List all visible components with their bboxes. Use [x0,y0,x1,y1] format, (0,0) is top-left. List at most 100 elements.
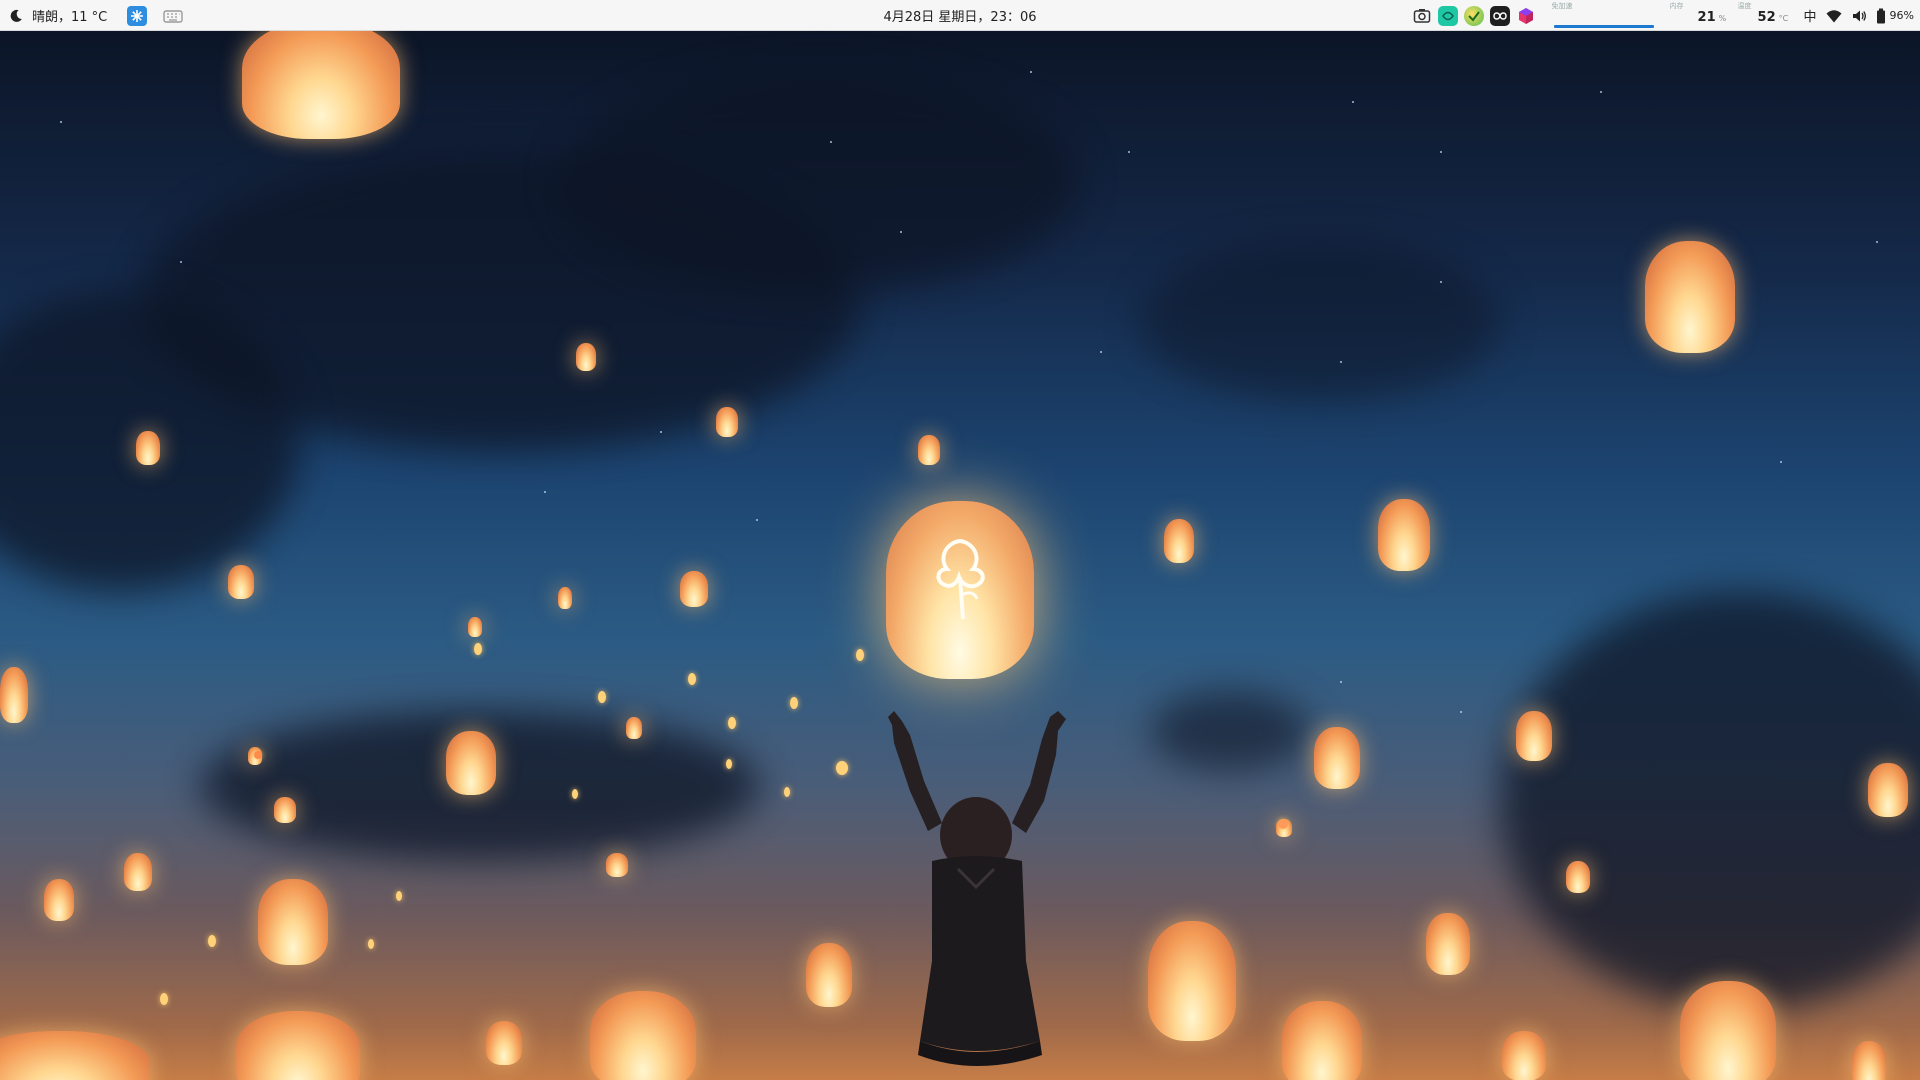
sky-lantern [0,667,28,723]
flake-app-icon[interactable] [127,5,148,26]
sky-lantern [1868,763,1908,817]
sky-lantern [446,731,496,795]
star [60,121,62,123]
sky-lantern [1282,1001,1362,1080]
sky-lantern [1164,519,1194,563]
ember [726,759,732,769]
ember [728,717,736,729]
ember [572,789,578,799]
sky-lantern [626,717,642,739]
moon-icon[interactable] [8,8,24,24]
desktop: 晴朗，11 °C 4月28日 星期日，23：06 免加速 内存 21 % 温度 … [0,0,1920,1080]
cloud [1150,691,1310,771]
battery-icon[interactable] [1876,8,1886,24]
weather-label[interactable]: 晴朗，11 °C [32,6,107,25]
sky-lantern [1680,981,1776,1080]
battery-percentage: 96% [1889,9,1914,22]
sky-lantern [1516,711,1552,761]
green-check-app-icon[interactable] [1463,5,1484,26]
desktop-wallpaper [0,31,1920,1080]
sky-lantern [680,571,708,607]
sky-lantern [236,1011,360,1080]
star [1340,681,1342,683]
star [1440,281,1442,283]
sky-lantern [44,879,74,921]
teal-app-icon[interactable] [1437,5,1458,26]
ember [836,761,848,775]
star [544,491,546,493]
network-activity-bar [1553,25,1654,28]
sky-lantern [1148,921,1236,1041]
star [1128,151,1130,153]
ember [160,993,168,1005]
sky-lantern [716,407,738,437]
ember [784,787,790,797]
sky-lantern [1314,727,1360,789]
flower-emblem-icon [936,539,985,620]
sky-lantern [1852,1041,1886,1080]
input-method-indicator[interactable]: 中 [1804,6,1817,25]
star [756,519,758,521]
star [1600,91,1602,93]
sky-lantern [258,879,328,965]
memory-unit: % [1718,14,1727,23]
star [1876,241,1878,243]
star [1780,461,1782,463]
ember [688,673,696,685]
memory-value: 21 [1697,10,1716,25]
panel-left: 晴朗，11 °C [8,0,199,31]
memory-meter[interactable]: 内存 21 % [1669,0,1727,31]
star [1030,71,1032,73]
central-lantern [886,501,1034,679]
sky-lantern [136,431,160,465]
sky-lantern [918,435,940,465]
sky-lantern [1378,499,1430,571]
sky-lantern [606,853,628,877]
ember [208,935,216,947]
star [1100,351,1102,353]
network-label: 免加速 [1551,2,1573,10]
star [830,141,832,143]
sky-lantern [1502,1031,1546,1080]
cpu-temp-unit: °C [1778,14,1789,23]
wifi-icon[interactable] [1826,8,1842,24]
ember [790,697,798,709]
cube-app-icon[interactable] [1516,6,1536,26]
volume-icon[interactable] [1851,8,1867,24]
sky-lantern [590,991,696,1080]
ember [396,891,402,901]
sky-lantern [0,1031,150,1080]
ember [856,649,864,661]
ember [474,643,482,655]
girl-silhouette [888,711,1066,1066]
cpu-temp-meter[interactable]: 温度 52 °C [1738,0,1796,31]
sky-lantern [806,943,852,1007]
sky-lantern [124,853,152,891]
cpu-temp-label: 温度 [1737,2,1752,10]
network-speed-widget[interactable]: 免加速 [1552,0,1656,31]
star [180,261,182,263]
star [1460,711,1462,713]
memory-label: 内存 [1669,2,1684,10]
star [900,231,902,233]
cpu-temp-value: 52 [1757,10,1776,25]
sky-lantern [576,343,596,371]
star [1352,101,1354,103]
top-panel: 晴朗，11 °C 4月28日 星期日，23：06 免加速 内存 21 % 温度 … [0,0,1920,31]
star [1340,361,1342,363]
sky-lantern [274,797,296,823]
clock-date[interactable]: 4月28日 星期日，23：06 [883,6,1036,25]
sky-lantern [242,31,400,139]
star [660,431,662,433]
sky-lantern [468,617,482,637]
sky-lantern [1645,241,1735,353]
sky-lantern [1426,913,1470,975]
ember [254,751,262,759]
screenshot-icon[interactable] [1412,6,1432,26]
ember [1278,819,1288,829]
infinity-app-icon[interactable] [1489,5,1510,26]
cloud [1500,591,1920,1011]
sky-lantern [558,587,572,609]
sky-lantern [486,1021,522,1065]
keyboard-icon[interactable] [163,6,183,26]
